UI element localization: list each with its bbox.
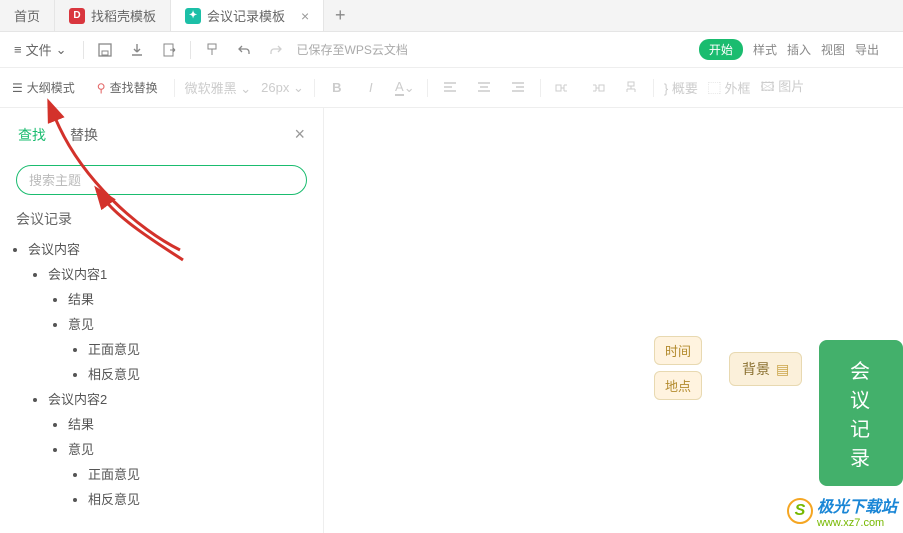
list-item[interactable]: 会议内容2 结果 意见 正面意见 相反意见	[48, 389, 309, 508]
outline-icon: ☰	[12, 81, 23, 95]
node-place[interactable]: 地点	[654, 371, 702, 400]
node-time[interactable]: 时间	[654, 336, 702, 365]
export-file-icon[interactable]	[158, 39, 180, 61]
outline-mode-button[interactable]: ☰ 大纲模式	[6, 76, 81, 99]
outer-frame-button[interactable]: ⬚ 外框	[708, 78, 751, 97]
tab-template-store[interactable]: D 找稻壳模板	[55, 0, 171, 31]
node-background-label: 背景	[742, 359, 770, 379]
outline-mode-label: 大纲模式	[27, 79, 75, 96]
download-icon[interactable]	[126, 39, 148, 61]
align-center-button[interactable]	[472, 76, 496, 100]
list-item[interactable]: 会议内容1 结果 意见 正面意见 相反意见	[48, 264, 309, 383]
tab-home-label: 首页	[14, 6, 40, 25]
docer-icon: D	[69, 8, 85, 24]
new-tab-button[interactable]: +	[324, 0, 356, 31]
watermark: S 极光下载站 www.xz7.com	[787, 493, 897, 529]
structure-left-icon[interactable]	[551, 76, 575, 100]
list-item[interactable]: 相反意见	[88, 489, 309, 508]
find-replace-label: 查找替换	[110, 79, 158, 96]
main-area: 查找 替换 × 会议记录 会议内容 会议内容1 结果 意见 正面意	[0, 108, 903, 533]
structure-org-icon[interactable]	[619, 76, 643, 100]
list-item[interactable]: 相反意见	[88, 364, 309, 383]
font-color-button[interactable]: A ⌄	[393, 76, 417, 100]
tab-start[interactable]: 开始	[699, 39, 743, 60]
mindmap-icon: ✦	[185, 8, 201, 24]
list-item[interactable]: 结果	[68, 414, 309, 433]
structure-right-icon[interactable]	[585, 76, 609, 100]
watermark-title: 极光下载站	[817, 499, 897, 516]
italic-button[interactable]: I	[359, 76, 383, 100]
image-button[interactable]: 🖾 图片	[760, 76, 804, 100]
list-item[interactable]: 意见 正面意见 相反意见	[68, 314, 309, 383]
tab-home[interactable]: 首页	[0, 0, 55, 31]
list-item[interactable]: 意见 正面意见 相反意见	[68, 439, 309, 508]
list-item[interactable]: 正面意见	[88, 464, 309, 483]
find-replace-button[interactable]: ⚲ 查找替换	[91, 76, 164, 99]
sidebar-tab-find[interactable]: 查找	[18, 125, 46, 145]
tab-export[interactable]: 导出	[855, 41, 879, 58]
tab-insert[interactable]: 插入	[787, 41, 811, 58]
outline-root-title: 会议记录	[16, 209, 309, 229]
close-icon[interactable]: ×	[301, 8, 309, 24]
list-item[interactable]: 正面意见	[88, 339, 309, 358]
divider	[190, 41, 191, 59]
tab-view[interactable]: 视图	[821, 41, 845, 58]
watermark-logo-icon: S	[787, 498, 813, 524]
file-menu-label: 文件	[26, 40, 52, 59]
mindmap-canvas[interactable]: 时间 地点 背景 ▤ 会议记录 会议内容 参与入录 S 极光下载站 www.xz…	[324, 108, 903, 533]
summary-button[interactable]: } 概要	[664, 78, 698, 97]
watermark-url: www.xz7.com	[817, 517, 897, 529]
redo-icon[interactable]	[265, 39, 287, 61]
chevron-down-icon: ⌄	[56, 42, 67, 58]
list-item[interactable]: 会议内容 会议内容1 结果 意见 正面意见 相反意见	[28, 239, 309, 508]
hamburger-icon: ≡	[14, 42, 22, 57]
tab-template-store-label: 找稻壳模板	[91, 6, 156, 25]
divider	[83, 41, 84, 59]
close-panel-icon[interactable]: ×	[294, 124, 305, 145]
tab-current-document[interactable]: ✦ 会议记录模板 ×	[171, 0, 324, 31]
format-toolbar: ☰ 大纲模式 ⚲ 查找替换 微软雅黑 ⌄ 26px ⌄ B I A ⌄ } 概要…	[0, 68, 903, 108]
format-painter-icon[interactable]	[201, 39, 223, 61]
note-icon: ▤	[776, 361, 789, 378]
outline-tree: 会议内容 会议内容1 结果 意见 正面意见 相反意见	[14, 239, 309, 508]
search-input[interactable]	[29, 173, 294, 188]
save-icon[interactable]	[94, 39, 116, 61]
save-status: 已保存至WPS云文档	[297, 41, 408, 58]
sidebar-tab-replace[interactable]: 替换	[70, 125, 98, 145]
node-background[interactable]: 背景 ▤	[729, 352, 802, 386]
search-box[interactable]	[16, 165, 307, 195]
bold-button[interactable]: B	[325, 76, 349, 100]
font-size-select[interactable]: 26px ⌄	[261, 80, 304, 96]
align-right-button[interactable]	[506, 76, 530, 100]
font-family-select[interactable]: 微软雅黑 ⌄	[185, 78, 252, 97]
search-icon: ⚲	[97, 81, 106, 95]
align-left-button[interactable]	[438, 76, 462, 100]
main-toolbar: ≡ 文件 ⌄ 已保存至WPS云文档 开始 样式 插入 视图 导出	[0, 32, 903, 68]
file-menu[interactable]: ≡ 文件 ⌄	[8, 36, 73, 63]
undo-icon[interactable]	[233, 39, 255, 61]
connector-lines	[324, 108, 624, 258]
node-root[interactable]: 会议记录	[819, 340, 903, 486]
window-tabs: 首页 D 找稻壳模板 ✦ 会议记录模板 × +	[0, 0, 903, 32]
tab-current-document-label: 会议记录模板	[207, 6, 285, 25]
tab-style[interactable]: 样式	[753, 41, 777, 58]
list-item[interactable]: 结果	[68, 289, 309, 308]
find-panel: 查找 替换 × 会议记录 会议内容 会议内容1 结果 意见 正面意	[0, 108, 324, 533]
